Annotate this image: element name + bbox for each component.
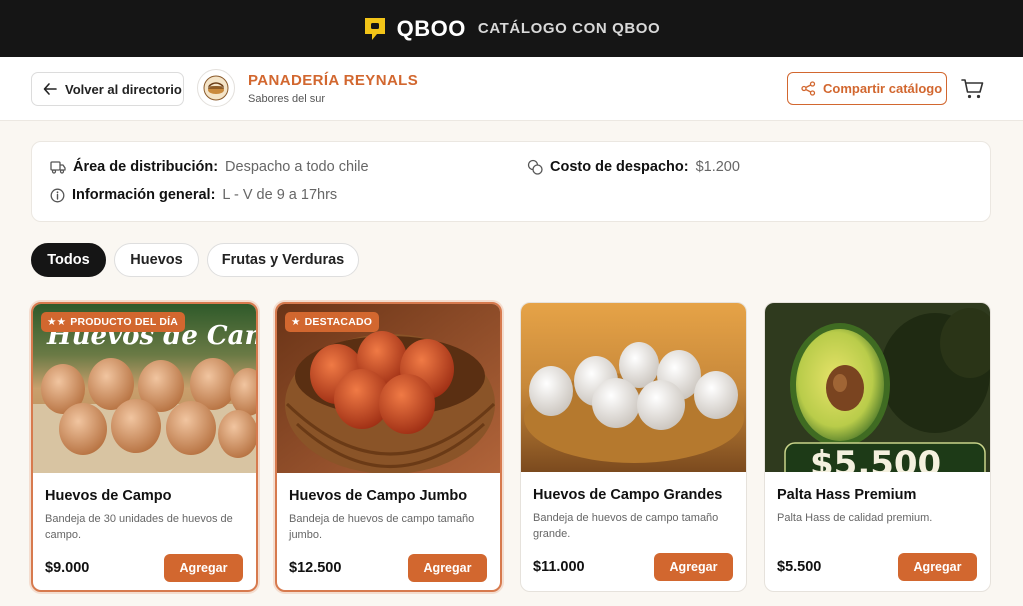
- add-to-cart-button[interactable]: Agregar: [898, 553, 977, 581]
- product-description: Bandeja de huevos de campo tamaño jumbo.: [289, 513, 475, 541]
- product-description: Palta Hass de calidad premium.: [777, 512, 933, 524]
- truck-icon: [50, 161, 66, 174]
- product-image: [521, 303, 746, 472]
- brand-name: QBOO: [396, 15, 466, 41]
- shipping-value: $1.200: [695, 159, 740, 175]
- product-card[interactable]: ★ DESTACADO Huevos de Campo Jumbo Bandej…: [275, 302, 502, 592]
- shipping-label: Costo de despacho:: [550, 159, 689, 175]
- product-image: $5.500: [765, 303, 990, 472]
- share-icon: [801, 81, 816, 96]
- product-price: $11.000: [533, 559, 585, 575]
- product-card[interactable]: Huevos de Campo Grandes Bandeja de huevo…: [520, 302, 747, 592]
- speech-bubble-icon: [364, 17, 385, 40]
- star-icon: ★: [291, 316, 301, 328]
- brand-subtitle: CATÁLOGO CON QBOO: [477, 20, 661, 37]
- image-price-text: $5.500: [810, 444, 941, 472]
- badge-label: DESTACADO: [304, 316, 373, 328]
- product-badge: ★ DESTACADO: [285, 312, 380, 332]
- general-info: Información general: L - V de 9 a 17hrs: [50, 187, 337, 203]
- store-tagline: Sabores del sur: [248, 93, 326, 105]
- product-price: $5.500: [777, 559, 822, 575]
- badge-label: PRODUCTO DEL DÍA: [70, 316, 179, 328]
- share-catalog-label: Compartir catálogo: [823, 81, 943, 96]
- store-logo: [197, 69, 235, 107]
- store-name: PANADERÍA REYNALS: [248, 72, 419, 89]
- product-name: Huevos de Campo: [45, 488, 172, 504]
- info-icon: [50, 188, 65, 202]
- add-to-cart-button[interactable]: Agregar: [408, 554, 487, 582]
- star-icon: ★★: [47, 316, 67, 328]
- arrow-left-icon: [43, 83, 57, 95]
- product-description: Bandeja de 30 unidades de huevos de camp…: [45, 513, 233, 541]
- coins-icon: [527, 159, 543, 175]
- product-name: Huevos de Campo Grandes: [533, 487, 723, 503]
- shipping-info: Costo de despacho: $1.200: [527, 159, 740, 175]
- distribution-value: Despacho a todo chile: [225, 159, 369, 175]
- add-to-cart-button[interactable]: Agregar: [654, 553, 733, 581]
- product-card[interactable]: Huevos de Campo ★★ PRODUCTO DEL DÍA Huev…: [31, 302, 258, 592]
- add-to-cart-button[interactable]: Agregar: [164, 554, 243, 582]
- cart-icon[interactable]: [961, 78, 985, 100]
- back-button-label: Volver al directorio: [65, 81, 182, 97]
- general-value: L - V de 9 a 17hrs: [222, 187, 338, 203]
- tab-frutas-y-verduras[interactable]: Frutas y Verduras: [207, 243, 359, 277]
- general-label: Información general:: [72, 187, 216, 203]
- product-badge: ★★ PRODUCTO DEL DÍA: [41, 312, 186, 332]
- store-header: Volver al directorio PANADERÍA REYNALS S…: [0, 57, 1023, 121]
- product-name: Palta Hass Premium: [777, 487, 917, 503]
- store-info-card: Área de distribución: Despacho a todo ch…: [31, 141, 991, 222]
- product-price: $12.500: [289, 560, 342, 576]
- product-description: Bandeja de huevos de campo tamaño grande…: [533, 512, 719, 540]
- distribution-info: Área de distribución: Despacho a todo ch…: [50, 159, 369, 175]
- product-name: Huevos de Campo Jumbo: [289, 488, 468, 504]
- product-price: $9.000: [45, 560, 90, 576]
- tab-huevos[interactable]: Huevos: [114, 243, 199, 277]
- product-card[interactable]: $5.500 Palta Hass Premium Palta Hass de …: [764, 302, 991, 592]
- distribution-label: Área de distribución:: [73, 159, 219, 175]
- top-bar: QBOO CATÁLOGO CON QBOO: [0, 0, 1023, 57]
- back-button[interactable]: Volver al directorio: [31, 72, 184, 106]
- tab-todos[interactable]: Todos: [31, 243, 106, 277]
- share-catalog-button[interactable]: Compartir catálogo: [787, 72, 947, 105]
